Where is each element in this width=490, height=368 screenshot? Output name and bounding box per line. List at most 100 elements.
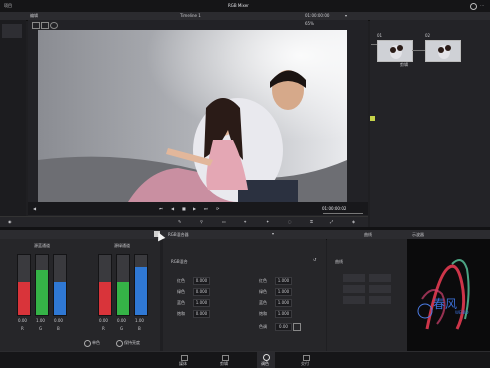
node-output-marker [370, 116, 375, 121]
nav-deliver-label: 交付 [301, 361, 309, 366]
g2-g-value: 0.00 [117, 318, 126, 323]
timeline-label[interactable]: Timeline 1 [180, 14, 201, 18]
meter-g1-b[interactable] [53, 254, 67, 316]
window-icon[interactable]: ▭ [222, 220, 226, 224]
mono-toggle[interactable] [84, 340, 91, 347]
c1-label-0: 红色 [177, 278, 185, 283]
meter-g2-g[interactable] [116, 254, 130, 316]
curves-title: 曲线 [335, 259, 343, 264]
curve-control-3[interactable] [343, 285, 365, 293]
scrubber[interactable] [323, 213, 363, 214]
node-number: 01 [377, 33, 383, 38]
node-01[interactable] [377, 40, 413, 62]
tab-curves[interactable]: 曲线 [364, 233, 372, 237]
chevron-down-icon[interactable]: ▾ [272, 232, 274, 236]
c2-value-4[interactable]: 0.00 [275, 323, 292, 331]
grid-icon[interactable] [41, 22, 49, 29]
tab-scopes[interactable]: 示波器 [412, 233, 424, 237]
meter-g1-g[interactable] [35, 254, 49, 316]
nav-media[interactable]: 媒体 [178, 354, 190, 366]
preserve-toggle[interactable] [116, 340, 123, 347]
meter-g1-r[interactable] [17, 254, 31, 316]
magic-mask-icon[interactable]: ✦ [266, 220, 269, 224]
more-icon[interactable]: ⋯ [480, 4, 484, 8]
key-icon[interactable]: ⚿ [310, 220, 313, 224]
mono-label: 单色 [92, 340, 100, 345]
chevron-down-icon[interactable]: ▾ [345, 14, 347, 18]
group2-title: 源绿通道 [114, 243, 130, 248]
gallery-icon[interactable] [50, 22, 58, 29]
top-timecode: 01:00:00:00 [305, 13, 330, 18]
c2-label-1: 绿色 [259, 289, 267, 294]
left-strip [0, 20, 26, 227]
curve-control-6[interactable] [369, 296, 391, 304]
play-icon[interactable]: ▶ [193, 207, 196, 211]
meter-g2-r[interactable] [98, 254, 112, 316]
edit-label: 编辑 [30, 13, 38, 18]
curve-control-2[interactable] [369, 274, 391, 282]
c1-value-3[interactable]: 0.000 [193, 310, 210, 318]
rgb-mix-title: RGB混合 [171, 259, 188, 264]
nav-edit-label: 剪辑 [220, 361, 228, 366]
c2-label-0: 红色 [259, 278, 267, 283]
curves-panel: 曲线 [327, 239, 407, 351]
c1-label-1: 绿色 [177, 289, 185, 294]
thumbnail-slot[interactable] [2, 24, 22, 38]
window-title: RGB Mixer [228, 3, 249, 8]
tab-rgb-mixer[interactable]: RGB混合器 [168, 233, 189, 237]
reset-icon[interactable]: ↺ [313, 258, 316, 262]
curve-control-4[interactable] [369, 285, 391, 293]
share-icon[interactable] [470, 3, 477, 10]
loop-icon[interactable]: ⟳ [216, 207, 219, 211]
color-icon [263, 354, 270, 361]
eyedropper-icon[interactable]: ⚲ [200, 220, 203, 224]
c1-value-1[interactable]: 0.000 [193, 288, 210, 296]
g1-g-value: 1.00 [36, 318, 45, 323]
c2-value-3[interactable]: 1.000 [275, 310, 292, 318]
stop-icon[interactable]: ■ [182, 207, 186, 211]
3d-icon[interactable]: ◈ [352, 220, 355, 224]
lock-checkbox[interactable] [293, 323, 301, 331]
g1-r-value: 0.00 [18, 318, 27, 323]
curve-control-1[interactable] [343, 274, 365, 282]
nav-deliver[interactable]: 交付 [300, 354, 312, 366]
c2-value-0[interactable]: 1.000 [275, 277, 292, 285]
nav-media-label: 媒体 [179, 361, 187, 366]
timecode-display: 01:00:00:02 [322, 206, 347, 211]
node-editor: 01 剪辑 02 [370, 20, 490, 227]
node-link [412, 50, 425, 51]
sizing-icon[interactable]: ⤢ [330, 220, 333, 224]
g2-g-letter: G [120, 326, 124, 331]
node-02[interactable] [425, 40, 461, 62]
image-icon[interactable] [32, 22, 40, 29]
skip-back-icon[interactable]: ⏮ [159, 207, 163, 211]
c1-value-2[interactable]: 1.000 [193, 299, 210, 307]
zoom-level[interactable]: 65% [305, 22, 314, 26]
c1-value-0[interactable]: 0.000 [193, 277, 210, 285]
nav-edit[interactable]: 剪辑 [219, 354, 231, 366]
node-02-label: 02 [425, 33, 431, 38]
pen-icon[interactable]: ✎ [178, 220, 181, 224]
c2-label-2: 蓝色 [259, 300, 267, 305]
g2-r-value: 0.00 [99, 318, 108, 323]
c2-value-1[interactable]: 1.000 [275, 288, 292, 296]
curve-control-5[interactable] [343, 296, 365, 304]
page-nav: 媒体 剪辑 调色 交付 [0, 351, 490, 368]
video-frame [38, 30, 347, 202]
c2-label-4: 色调 [259, 324, 267, 329]
preserve-label: 保持亮度 [124, 340, 140, 345]
play-reverse-icon[interactable]: ◀ [171, 207, 174, 211]
speaker-icon[interactable]: ◀ [33, 207, 36, 211]
g2-b-letter: B [138, 326, 141, 331]
color-wheel-icon[interactable]: ◉ [8, 220, 12, 224]
meter-g2-b[interactable] [134, 254, 148, 316]
group1-title: 源蓝通道 [34, 243, 50, 248]
blur-icon[interactable]: ◌ [288, 220, 292, 224]
transport-bar: ◀ ⏮ ◀ ■ ▶ ⏭ ⟳ 01:00:00:02 [28, 202, 368, 215]
g1-b-letter: B [57, 326, 60, 331]
tracker-icon[interactable]: ⌖ [244, 220, 246, 224]
skip-forward-icon[interactable]: ⏭ [204, 207, 208, 211]
menu-project[interactable]: 项目 [4, 4, 12, 8]
c2-value-2[interactable]: 1.000 [275, 299, 292, 307]
nav-color[interactable]: 调色 [257, 352, 275, 368]
